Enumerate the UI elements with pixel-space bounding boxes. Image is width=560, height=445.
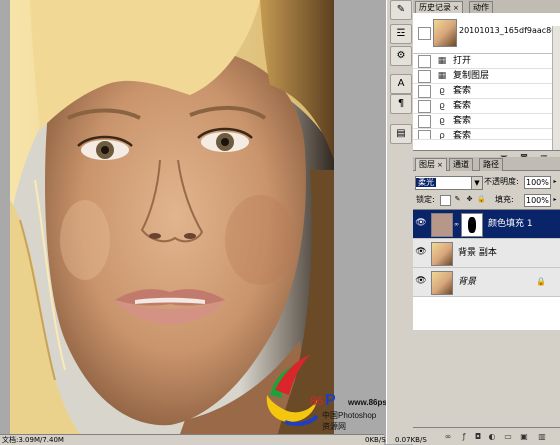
layers-panel: 柔光 ▼ 不透明度: 100% ▸ 锁定: ✎ ✥ 🔒 填充: 100% ▸ 👁… xyxy=(413,171,560,444)
layer-thumbnail[interactable] xyxy=(431,271,453,295)
lock-image-pixels-icon[interactable]: ✎ xyxy=(453,195,462,204)
opacity-label: 不透明度: xyxy=(484,177,519,186)
watermark-letter: P xyxy=(325,392,336,409)
close-icon[interactable]: × xyxy=(437,161,443,169)
blend-mode-select[interactable]: 柔光 ▼ xyxy=(415,176,483,190)
history-source-checkbox[interactable] xyxy=(418,55,431,68)
lock-transparent-pixels-icon[interactable] xyxy=(440,195,451,206)
brush-tool-icon[interactable]: ✎ xyxy=(390,0,412,20)
layer-mask-thumbnail[interactable] xyxy=(461,213,483,237)
opacity-input[interactable]: 100% xyxy=(524,176,551,189)
tab-paths[interactable]: 路径 xyxy=(479,158,503,171)
history-item-label: 套索 xyxy=(453,101,472,111)
history-item-label: 复制图层 xyxy=(453,71,490,81)
history-item[interactable]: ϱ 套索 xyxy=(413,114,560,129)
snapshot-name: 20101013_165df9aac807... xyxy=(459,26,560,35)
layers-footer: ∞ ƒ ◘ ◐ ▭ ▣ ▥ xyxy=(413,427,560,445)
lasso-icon: ϱ xyxy=(439,116,445,126)
paragraph-panel-icon[interactable]: ¶ xyxy=(390,94,412,114)
lock-all-icon[interactable]: 🔒 xyxy=(477,195,486,204)
history-item-label: 套索 xyxy=(453,86,472,96)
tool-preset-icon[interactable]: ☲ xyxy=(390,24,412,44)
new-layer-icon[interactable]: ▣ xyxy=(519,432,529,441)
tab-channels-label: 通道 xyxy=(453,160,469,169)
layer-thumbnail[interactable] xyxy=(431,242,453,266)
trash-icon[interactable]: ▥ xyxy=(537,432,547,441)
history-item[interactable]: ϱ 套索 xyxy=(413,84,560,99)
layer-name: 背景 xyxy=(458,277,477,287)
status-bar: 文档:3.09M/7.40M xyxy=(0,434,384,445)
link-chain-icon[interactable]: ∞ xyxy=(454,221,459,228)
lasso-icon: ϱ xyxy=(439,86,445,96)
opacity-slider-arrow-icon[interactable]: ▸ xyxy=(551,176,559,187)
character-panel-icon[interactable]: A xyxy=(390,74,412,94)
history-source-checkbox[interactable] xyxy=(418,115,431,128)
tab-history-label: 历史记录 xyxy=(419,3,451,12)
layer-row-color-fill[interactable]: 👁 ∞ 颜色填充 1 xyxy=(413,210,560,239)
lock-label: 锁定: xyxy=(416,195,435,204)
fill-slider-arrow-icon[interactable]: ▸ xyxy=(551,194,559,205)
tab-channels[interactable]: 通道 xyxy=(449,158,473,171)
layer-comps-icon[interactable]: ▤ xyxy=(390,124,412,144)
layer-style-icon[interactable]: ƒ xyxy=(459,432,469,441)
link-layers-icon[interactable]: ∞ xyxy=(443,432,453,441)
history-scrollbar[interactable] xyxy=(552,26,560,150)
color-fill-thumbnail[interactable] xyxy=(431,213,453,237)
history-source-checkbox[interactable] xyxy=(418,70,431,83)
history-panel: 20101013_165df9aac807... ▦ 打开 ▦ 复制图层 ϱ 套… xyxy=(413,13,560,165)
layer-row-background-copy[interactable]: 👁 背景 副本 xyxy=(413,239,560,268)
document-canvas-area[interactable]: 86 P www.86ps.com 中国Photoshop资源网 文档:3.09… xyxy=(0,0,406,445)
adjustment-layer-icon[interactable]: ◐ xyxy=(487,432,497,441)
open-document-icon: ▦ xyxy=(437,56,447,66)
rate-readout-2: 0.07KB/S xyxy=(395,436,427,444)
eye-visibility-icon[interactable]: 👁 xyxy=(415,246,427,258)
duplicate-layer-icon: ▦ xyxy=(437,71,447,81)
new-group-icon[interactable]: ▭ xyxy=(503,432,513,441)
rate-readout-1: 0KB/S xyxy=(365,436,386,444)
history-source-checkbox[interactable] xyxy=(418,100,431,113)
history-item-label: 打开 xyxy=(453,56,472,66)
layer-list: 👁 ∞ 颜色填充 1 👁 背景 副本 👁 背景 🔒 xyxy=(413,209,560,330)
lasso-icon: ϱ xyxy=(439,101,445,111)
blend-mode-value: 柔光 xyxy=(416,178,436,187)
clone-source-icon[interactable]: ⚙ xyxy=(390,46,412,66)
close-icon[interactable]: × xyxy=(453,4,459,12)
history-item[interactable]: ▦ 复制图层 xyxy=(413,69,560,84)
tab-actions-label: 动作 xyxy=(473,3,489,12)
history-item-label: 套索 xyxy=(453,131,472,140)
layers-tab-bar: 图层 × 通道 路径 xyxy=(413,157,560,171)
blend-options-row: 柔光 ▼ 不透明度: 100% ▸ xyxy=(413,173,560,190)
history-item[interactable]: ϱ 套索 xyxy=(413,129,560,140)
snapshot-thumbnail xyxy=(433,19,457,47)
history-item-label: 套索 xyxy=(453,116,472,126)
lock-options-row: 锁定: ✎ ✥ 🔒 填充: 100% ▸ xyxy=(413,193,560,207)
layer-row-background[interactable]: 👁 背景 🔒 xyxy=(413,268,560,297)
watermark-site-name: 中国Photoshop资源网 xyxy=(322,411,377,431)
tab-layers[interactable]: 图层 × xyxy=(415,158,447,171)
layer-name: 颜色填充 1 xyxy=(488,219,533,229)
eye-visibility-icon[interactable]: 👁 xyxy=(415,217,427,229)
history-tab-bar: 历史记录 × 动作 xyxy=(413,0,560,14)
add-mask-icon[interactable]: ◘ xyxy=(473,432,483,441)
chevron-down-icon: ▼ xyxy=(471,177,482,189)
tab-layers-label: 图层 xyxy=(419,160,435,169)
snapshot-source-checkbox[interactable] xyxy=(418,27,431,40)
eye-visibility-icon[interactable]: 👁 xyxy=(415,275,427,287)
panel-dock-toolstrip: ✎ ☲ ⚙ A ¶ ▤ xyxy=(386,0,414,444)
history-source-checkbox[interactable] xyxy=(418,130,431,139)
history-item[interactable]: ▦ 打开 xyxy=(413,54,560,69)
history-snapshot[interactable]: 20101013_165df9aac807... xyxy=(413,13,560,54)
tab-paths-label: 路径 xyxy=(483,160,499,169)
fill-label: 填充: xyxy=(495,195,514,204)
history-source-checkbox[interactable] xyxy=(418,85,431,98)
watermark-number: 86 xyxy=(310,394,324,408)
lasso-icon: ϱ xyxy=(439,131,445,140)
mask-shape xyxy=(468,217,476,233)
right-panel-dock: 历史记录 × 动作 20101013_165df9aac807... ▦ 打开 ▦… xyxy=(413,0,560,445)
layer-name: 背景 副本 xyxy=(458,248,497,258)
fill-input[interactable]: 100% xyxy=(524,194,551,207)
history-item[interactable]: ϱ 套索 xyxy=(413,99,560,114)
lock-position-icon[interactable]: ✥ xyxy=(465,195,474,204)
lock-icon: 🔒 xyxy=(536,277,546,286)
